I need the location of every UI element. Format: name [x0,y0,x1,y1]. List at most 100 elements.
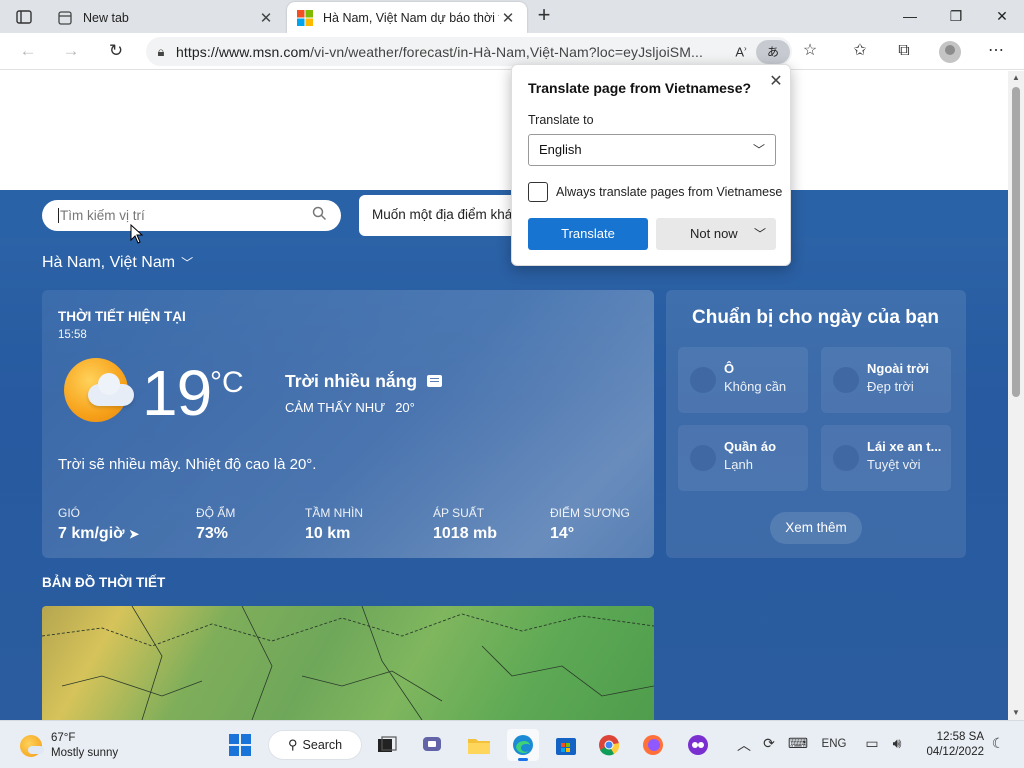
stat-label: ÁP SUẤT [433,506,485,520]
prep-item-name: Ngoài trời [867,361,929,376]
url-text[interactable]: https://www.msn.com/vi-vn/weather/foreca… [176,44,726,60]
file-explorer-icon[interactable] [463,729,495,761]
clock[interactable]: 12:58 SA 04/12/2022 [914,730,984,760]
restore-icon[interactable]: ❐ [933,4,979,28]
translate-button[interactable]: Translate [528,218,648,250]
weather-map[interactable] [42,606,654,720]
microsoft-store-icon[interactable] [550,729,582,761]
tab-title: New tab [83,10,129,25]
new-tab-plus-icon[interactable]: + [533,4,555,28]
tray-overflow-icon[interactable]: ︿ [736,735,752,755]
collections-icon[interactable]: ⧉ [891,39,917,63]
search-icon: ⚲ [288,737,298,752]
page-content: Tìm kiếm vị trí Muốn một địa điểm khác? … [0,71,1008,720]
translate-to-label: Translate to [528,113,594,127]
always-translate-checkbox[interactable] [528,182,548,202]
new-tab-page-icon [57,10,73,26]
umbrella-icon [690,367,716,393]
tab-actions-icon[interactable] [8,6,40,28]
current-weather-card: THỜI TIẾT HIỆN TẠI 15:58 19 °C Trời nhiề… [42,290,654,558]
location-search-input[interactable]: Tìm kiếm vị trí [42,200,341,231]
notifications-icon[interactable]: ☾ [989,735,1007,752]
edge-browser-icon[interactable] [507,729,539,761]
close-icon[interactable]: ✕ [499,9,517,27]
windows-logo-icon [229,734,251,756]
prepare-day-title: Chuẩn bị cho ngày của bạn [692,307,940,328]
chrome-icon[interactable] [593,729,625,761]
close-icon[interactable]: ✕ [767,71,785,90]
more-menu-icon[interactable]: ⋯ [983,39,1009,63]
translate-popup-title: Translate page from Vietnamese? [528,80,752,96]
network-icon[interactable]: ▭ [863,735,881,752]
scrollbar-thumb[interactable] [1012,87,1020,397]
feels-like-value: 20° [395,400,415,415]
weather-stats: GIÓ 7 km/giờ ➤ ĐỘ ẨM 73% TẦM NHÌN 10 km … [58,506,638,546]
clothing-icon [690,445,716,471]
close-icon[interactable]: ✕ [257,9,275,27]
condition-text: Trời nhiều nắng [285,371,418,391]
stat-value: 73% [196,525,229,542]
temperature-unit[interactable]: °C [210,366,244,400]
prep-item-clothing[interactable]: Quần áo Lạnh [678,425,808,491]
minimize-icon[interactable]: — [887,4,933,28]
chevron-down-icon[interactable]: ﹀ [754,218,766,250]
stat-value: 14° [550,525,575,542]
taskbar-search[interactable]: ⚲ Search [268,730,362,760]
profile-avatar[interactable] [939,41,961,63]
prep-item-driving[interactable]: Lái xe an t... Tuyệt vời [821,425,951,491]
app-icon-purple[interactable] [682,729,714,761]
partly-sunny-icon [20,735,44,757]
stat-wind: GIÓ 7 km/giờ ➤ [58,506,139,543]
keyboard-icon[interactable]: ⌨ [787,735,809,752]
close-window-icon[interactable]: ✕ [979,4,1024,28]
url-host: https://www.msn.com [176,43,311,60]
prep-item-status: Đẹp trời [867,379,914,394]
task-view-icon[interactable] [371,729,403,761]
chevron-down-icon: ﹀ [181,256,194,270]
forward-icon[interactable]: → [58,39,84,63]
add-favorite-icon[interactable]: ☆ [797,39,823,63]
stat-label: GIÓ [58,506,81,520]
lock-icon[interactable]: 🔒︎ [146,44,176,60]
search-icon[interactable] [312,206,327,225]
back-icon[interactable]: ← [15,39,41,63]
volume-icon[interactable]: 🔊︎ [887,735,907,752]
teams-chat-icon[interactable] [417,729,449,761]
stat-value: 7 km/giờ ➤ [58,525,139,543]
start-button[interactable] [224,729,256,761]
mouse-cursor-icon [130,223,144,244]
language-select[interactable]: English ﹀ [528,134,776,166]
address-bar[interactable]: 🔒︎ https://www.msn.com/vi-vn/weather/for… [146,37,792,66]
tab-strip: New tab ✕ Hà Nam, Việt Nam dự báo thời t… [0,0,1024,33]
tab-new-tab[interactable]: New tab ✕ [47,2,285,33]
prep-item-status: Lạnh [724,457,753,472]
taskbar-weather-temp: 67°F [51,732,76,744]
refresh-icon[interactable]: ↻ [103,39,129,63]
prep-item-status: Không cần [724,379,787,394]
taskbar-weather-widget[interactable]: 67°F Mostly sunny [20,731,118,761]
translate-icon[interactable]: あ [756,39,790,64]
browser-toolbar: ← → ↻ 🔒︎ https://www.msn.com/vi-vn/weath… [0,33,1024,70]
car-icon [833,445,859,471]
prep-item-outdoor[interactable]: Ngoài trời Đẹp trời [821,347,951,413]
firefox-icon[interactable] [637,729,669,761]
prep-item-umbrella[interactable]: Ô Không cần [678,347,808,413]
location-name: Hà Nam, Việt Nam [42,254,176,271]
see-more-button[interactable]: Xem thêm [770,512,862,544]
taskbar-weather-condition: Mostly sunny [51,747,119,759]
stat-dew-point: ĐIỂM SƯƠNG 14° [550,506,630,543]
language-indicator[interactable]: ENG [817,738,851,750]
tab-msn-weather[interactable]: Hà Nam, Việt Nam dự báo thời tiết ✕ [287,2,527,33]
not-now-label: Not now [690,226,738,241]
feedback-icon[interactable] [427,375,442,387]
not-now-button[interactable]: Not now ﹀ [656,218,776,250]
favorites-icon[interactable]: ✩ [847,39,873,63]
stat-label: ĐỘ ẨM [196,506,236,520]
page-scrollbar[interactable]: ▲ ▼ [1008,71,1024,720]
location-selector[interactable]: Hà Nam, Việt Nam ﹀ [42,254,193,272]
taskbar: 67°F Mostly sunny ⚲ Search ︿ ⟳ ⌨ ENG ▭ 🔊… [0,720,1024,768]
scroll-down-icon[interactable]: ▼ [1008,706,1024,720]
update-icon[interactable]: ⟳ [759,735,779,752]
read-aloud-icon[interactable]: A› [726,44,756,59]
scroll-up-icon[interactable]: ▲ [1008,71,1024,85]
